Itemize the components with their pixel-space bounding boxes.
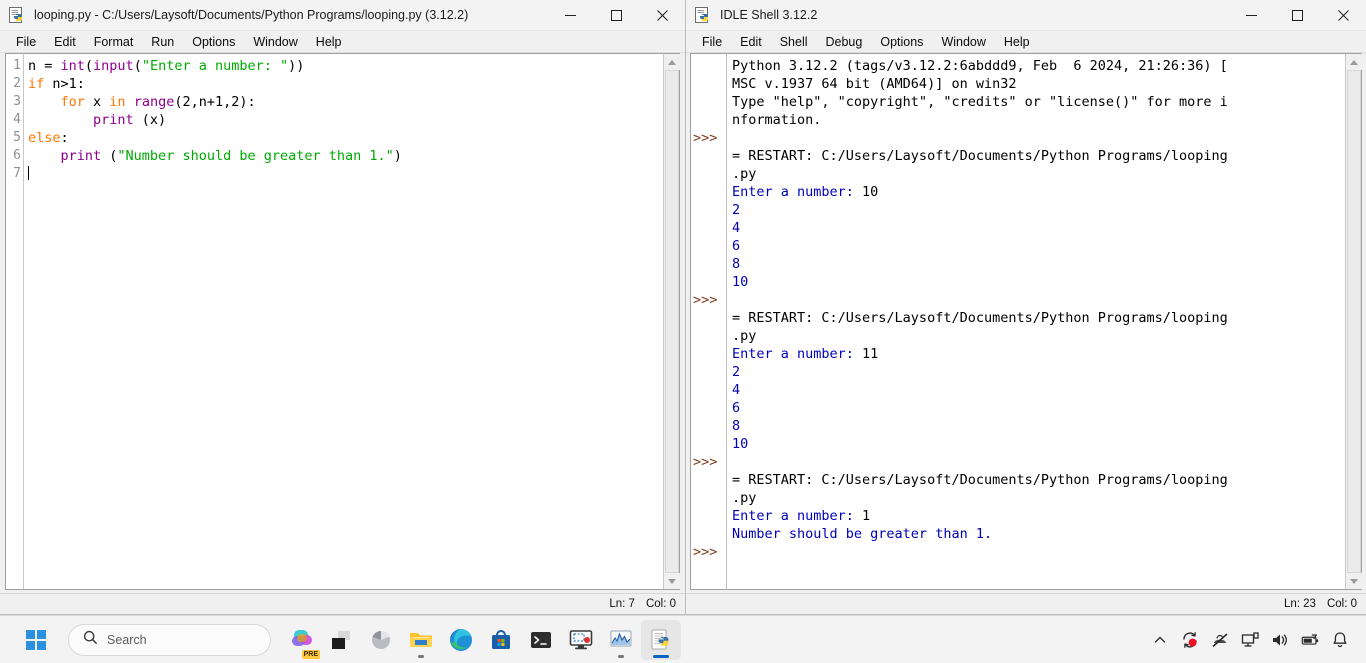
cast-display-icon[interactable] <box>1240 630 1260 650</box>
menu-help[interactable]: Help <box>307 34 351 50</box>
microsoft-edge-icon[interactable] <box>441 620 481 660</box>
windows-start-icon[interactable] <box>16 620 56 660</box>
menu-run[interactable]: Run <box>142 34 183 50</box>
menu-window[interactable]: Window <box>244 34 306 50</box>
volume-icon[interactable] <box>1270 630 1290 650</box>
system-tray <box>1150 630 1366 650</box>
menu-window[interactable]: Window <box>932 34 994 50</box>
copilot-icon[interactable]: PRE <box>281 620 321 660</box>
search-icon <box>83 630 98 650</box>
editor-titlebar[interactable]: looping.py - C:/Users/Laysoft/Documents/… <box>0 0 685 31</box>
maximize-icon[interactable] <box>1274 0 1320 31</box>
taskbar-app-buttons: PRE <box>281 619 681 660</box>
menu-help[interactable]: Help <box>995 34 1039 50</box>
menu-file[interactable]: File <box>7 34 45 50</box>
minimize-icon[interactable] <box>1228 0 1274 31</box>
menu-options[interactable]: Options <box>871 34 932 50</box>
menu-shell[interactable]: Shell <box>771 34 817 50</box>
active-indicator <box>653 654 669 658</box>
shell-prompt: >>> <box>693 544 718 560</box>
editor-text-area-container: 1 2 3 4 5 6 7 n = int(input("Enter a num… <box>5 53 680 590</box>
running-indicator <box>418 654 424 658</box>
menu-format[interactable]: Format <box>85 34 143 50</box>
menu-debug[interactable]: Debug <box>817 34 872 50</box>
scroll-down-arrow-icon[interactable] <box>1345 573 1362 589</box>
running-indicator <box>618 654 624 658</box>
microsoft-store-icon[interactable] <box>481 620 521 660</box>
minimize-icon[interactable] <box>547 0 593 31</box>
scrollbar-thumb[interactable] <box>665 70 679 573</box>
editor-menubar: File Edit Format Run Options Window Help <box>0 31 685 53</box>
screen-recorder-icon[interactable] <box>561 620 601 660</box>
editor-window-controls <box>547 0 685 31</box>
widgets-icon[interactable] <box>361 620 401 660</box>
shell-prompt: >>> <box>693 130 718 146</box>
editor-statusbar: Ln: 7 Col: 0 <box>0 593 685 614</box>
close-icon[interactable] <box>639 0 685 31</box>
editor-title: looping.py - C:/Users/Laysoft/Documents/… <box>34 8 469 22</box>
scroll-down-arrow-icon[interactable] <box>663 573 680 589</box>
idle-shell-window: IDLE Shell 3.12.2 File Edit Shell Debug … <box>686 0 1366 615</box>
shell-prompt: >>> <box>693 454 718 470</box>
shell-title: IDLE Shell 3.12.2 <box>720 8 818 22</box>
menu-edit[interactable]: Edit <box>731 34 771 50</box>
performance-monitor-icon[interactable] <box>601 620 641 660</box>
scroll-up-arrow-icon[interactable] <box>1345 54 1362 70</box>
python-shell-icon <box>694 6 712 24</box>
menu-options[interactable]: Options <box>183 34 244 50</box>
shell-titlebar[interactable]: IDLE Shell 3.12.2 <box>686 0 1366 31</box>
terminal-icon[interactable] <box>521 620 561 660</box>
maximize-icon[interactable] <box>593 0 639 31</box>
task-view-icon[interactable] <box>321 620 361 660</box>
shell-vertical-scrollbar[interactable] <box>1345 54 1362 589</box>
taskbar-left-group: Search <box>0 620 271 660</box>
menu-file[interactable]: File <box>693 34 731 50</box>
taskbar-search-box[interactable]: Search <box>68 623 271 656</box>
scroll-up-arrow-icon[interactable] <box>663 54 680 70</box>
shell-line-indicator: Ln: 23 <box>1283 598 1316 610</box>
shell-menubar: File Edit Shell Debug Options Window Hel… <box>686 31 1366 53</box>
copilot-pre-badge: PRE <box>301 649 320 659</box>
editor-vertical-scrollbar[interactable] <box>663 54 680 589</box>
scrollbar-thumb[interactable] <box>1347 70 1361 573</box>
desktop: looping.py - C:/Users/Laysoft/Documents/… <box>0 0 1366 663</box>
recording-indicator-icon[interactable] <box>1180 630 1200 650</box>
python-editor-window: looping.py - C:/Users/Laysoft/Documents/… <box>0 0 686 615</box>
shell-window-controls <box>1228 0 1366 31</box>
editor-col-indicator: Col: 0 <box>645 598 676 610</box>
shell-col-indicator: Col: 0 <box>1326 598 1357 610</box>
shell-prompt: >>> <box>693 292 718 308</box>
shell-statusbar: Ln: 23 Col: 0 <box>686 593 1366 614</box>
line-number-gutter: 1 2 3 4 5 6 7 <box>6 54 24 589</box>
shell-prompt-gutter: >>> >>> >>> >>> <box>691 54 727 589</box>
show-hidden-icons-chevron[interactable] <box>1150 630 1170 650</box>
python-file-icon <box>8 6 26 24</box>
windows-taskbar: Search PRE <box>0 615 1366 663</box>
menu-edit[interactable]: Edit <box>45 34 85 50</box>
editor-line-indicator: Ln: 7 <box>609 598 635 610</box>
mute-icon[interactable] <box>1210 630 1230 650</box>
code-text-area[interactable]: n = int(input("Enter a number: ")) if n>… <box>24 54 663 589</box>
shell-output-area[interactable]: Python 3.12.2 (tags/v3.12.2:6abddd9, Feb… <box>727 54 1345 589</box>
battery-icon[interactable] <box>1300 630 1320 650</box>
close-icon[interactable] <box>1320 0 1366 31</box>
search-placeholder: Search <box>107 632 147 647</box>
python-idle-icon[interactable] <box>641 619 681 660</box>
file-explorer-icon[interactable] <box>401 620 441 660</box>
shell-text-area-container: >>> >>> >>> >>> Python 3.12.2 (tags/v3.12.2… <box>690 53 1362 590</box>
notifications-bell-icon[interactable] <box>1330 630 1350 650</box>
